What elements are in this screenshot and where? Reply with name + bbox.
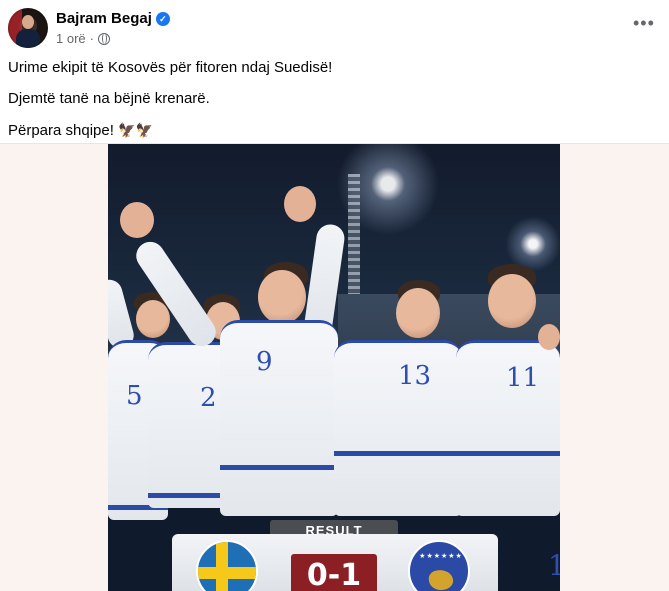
author-name[interactable]: Bajram Begaj xyxy=(56,10,152,27)
post-media: 5 2 9 13 11 RESULT 0-1 ★★★★★★ 1 xyxy=(0,143,669,591)
verified-badge-icon: ✓ xyxy=(155,11,170,26)
author-avatar[interactable] xyxy=(8,8,48,48)
meta-separator: · xyxy=(89,31,94,46)
kosovo-flag-stars: ★★★★★★ xyxy=(419,553,463,560)
jersey-number-9: 9 xyxy=(256,347,273,377)
post-line-1: Urime ekipit të Kosovës për fitoren ndaj… xyxy=(8,59,333,76)
post-header: Bajram Begaj ✓ 1 orë · ••• xyxy=(8,8,661,52)
player-9-left-hand xyxy=(120,202,154,238)
match-score: 0-1 xyxy=(291,554,377,591)
facebook-post: Bajram Begaj ✓ 1 orë · ••• Urime ekipit … xyxy=(0,0,669,591)
player-11-shirt: 11 xyxy=(456,340,560,516)
jersey-number-2: 2 xyxy=(200,383,217,413)
post-timestamp[interactable]: 1 orë xyxy=(56,31,86,46)
jersey-number-edge: 1 xyxy=(548,549,560,582)
post-photo[interactable]: 5 2 9 13 11 RESULT 0-1 ★★★★★★ 1 xyxy=(108,144,560,591)
player-11-hand xyxy=(538,324,560,350)
shirt-trim xyxy=(334,451,462,456)
eagle-emoji: 🦅🦅 xyxy=(118,122,153,138)
post-line-2: Djemtë tanë na bëjnë krenarë. xyxy=(8,90,210,107)
kosovo-flag-map xyxy=(427,568,455,591)
jersey-number-11: 11 xyxy=(506,363,540,393)
jersey-number-5: 5 xyxy=(126,381,143,411)
post-line-3-text: Përpara shqipe! xyxy=(8,122,114,139)
player-13-head xyxy=(396,288,440,338)
player-9-right-hand xyxy=(284,186,316,222)
shirt-trim xyxy=(456,451,560,456)
shirt-trim xyxy=(220,465,338,470)
floodlight-mast xyxy=(348,174,360,304)
post-text: Urime ekipit të Kosovës për fitoren ndaj… xyxy=(8,58,648,152)
post-line-3: Përpara shqipe! 🦅🦅 xyxy=(8,120,648,141)
avatar-ring xyxy=(8,8,48,48)
ellipsis-icon[interactable]: ••• xyxy=(633,14,654,38)
player-13-shirt: 13 xyxy=(334,340,462,516)
player-5-head xyxy=(136,300,170,338)
author-name-row: Bajram Begaj ✓ xyxy=(56,10,170,27)
jersey-number-13: 13 xyxy=(398,361,432,391)
player-9-shirt: 9 xyxy=(220,320,338,516)
player-11-head xyxy=(488,274,536,328)
globe-icon[interactable] xyxy=(97,32,110,45)
player-9-head xyxy=(258,270,306,324)
post-meta: 1 orë · xyxy=(56,31,110,46)
